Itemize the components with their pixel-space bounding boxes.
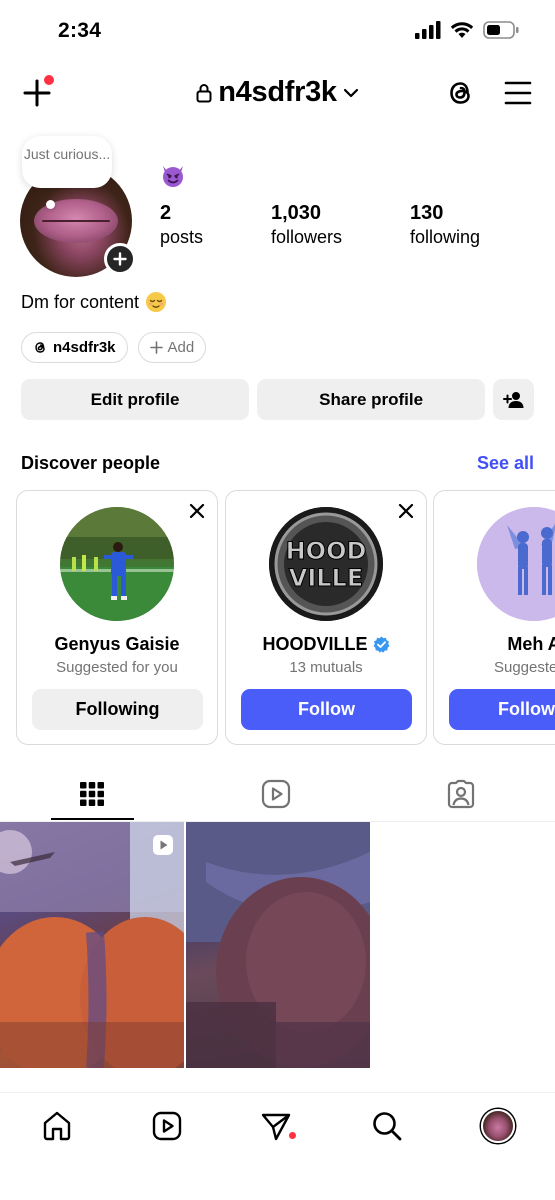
relieved-face-emoji-icon bbox=[146, 292, 167, 312]
threads-icon bbox=[450, 82, 470, 104]
follow-button[interactable]: Follow b bbox=[449, 689, 555, 730]
reels-icon bbox=[152, 1111, 182, 1141]
suggestion-card[interactable]: Meh A Suggested f Follow b bbox=[433, 490, 555, 745]
threads-link-label: n4sdfr3k bbox=[53, 339, 116, 356]
status-time: 2:34 bbox=[58, 19, 102, 42]
following-count: 130 bbox=[410, 202, 444, 224]
header-username: n4sdfr3k bbox=[218, 76, 337, 108]
hoodville-logo: HOOD VILLE bbox=[269, 507, 383, 621]
anime-figures-photo bbox=[477, 507, 555, 621]
edit-profile-button[interactable]: Edit profile bbox=[21, 379, 250, 420]
following-stat[interactable]: 130 following bbox=[410, 201, 480, 249]
plus-icon bbox=[149, 341, 163, 354]
nav-reels[interactable] bbox=[150, 1109, 184, 1143]
suggestion-reason: 13 mutuals bbox=[289, 659, 363, 676]
suggestion-name[interactable]: HOODVILLE bbox=[226, 634, 426, 655]
share-profile-button[interactable]: Share profile bbox=[257, 379, 486, 420]
signal-icon bbox=[415, 21, 441, 39]
suggestion-reason: Suggested f bbox=[493, 659, 555, 676]
hoodville-logo-word-2: VILLE bbox=[289, 564, 363, 592]
plus-icon bbox=[113, 252, 127, 266]
status-bar: 2:34 bbox=[0, 0, 555, 62]
profile-links: n4sdfr3k Add bbox=[21, 332, 207, 363]
nav-search[interactable] bbox=[370, 1109, 404, 1143]
posts-count: 2 bbox=[160, 202, 172, 224]
see-all-link[interactable]: See all bbox=[477, 453, 534, 474]
post-photo bbox=[0, 822, 184, 1068]
nav-home[interactable] bbox=[40, 1109, 74, 1143]
post-photo bbox=[186, 822, 370, 1068]
nav-profile-avatar[interactable] bbox=[481, 1109, 515, 1143]
discover-people-header: Discover people See all bbox=[21, 453, 534, 474]
discover-people-title: Discover people bbox=[21, 453, 161, 473]
verified-badge-icon bbox=[373, 636, 389, 653]
followers-count: 1,030 bbox=[271, 202, 322, 224]
bio-text: Dm for content bbox=[21, 291, 140, 312]
tab-reels[interactable] bbox=[260, 778, 292, 810]
following-label: following bbox=[410, 227, 481, 247]
note-text: Just curious... bbox=[23, 146, 111, 162]
threads-button[interactable] bbox=[445, 77, 477, 109]
paper-plane-icon bbox=[261, 1113, 291, 1141]
add-link-label: Add bbox=[167, 339, 195, 356]
messages-notification-dot bbox=[289, 1132, 296, 1139]
smiling-devil-emoji-icon bbox=[163, 166, 183, 187]
battery-icon bbox=[483, 21, 519, 39]
reel-indicator-icon bbox=[153, 835, 173, 855]
threads-icon bbox=[35, 342, 45, 353]
active-tab-indicator bbox=[51, 818, 134, 820]
grid-icon bbox=[80, 782, 104, 806]
discover-people-button[interactable] bbox=[493, 379, 534, 420]
hamburger-icon bbox=[504, 81, 532, 105]
menu-button[interactable] bbox=[503, 79, 533, 107]
posts-grid bbox=[0, 822, 555, 1068]
profile-actions: Edit profile Share profile bbox=[21, 379, 534, 420]
note-bubble[interactable]: Just curious... bbox=[22, 136, 112, 188]
post-thumbnail[interactable] bbox=[0, 822, 184, 1068]
follow-button[interactable]: Follow bbox=[241, 689, 412, 730]
suggestion-name[interactable]: Genyus Gaisie bbox=[17, 634, 217, 655]
add-story-button[interactable] bbox=[104, 243, 136, 275]
search-icon bbox=[373, 1112, 402, 1141]
profile-bio: Dm for content bbox=[21, 291, 167, 313]
note-bubble-tail bbox=[46, 200, 55, 209]
followers-stat[interactable]: 1,030 followers bbox=[271, 201, 342, 249]
suggestion-avatar[interactable] bbox=[477, 507, 555, 621]
posts-stat[interactable]: 2 posts bbox=[160, 201, 203, 249]
profile-header: n4sdfr3k bbox=[0, 66, 555, 122]
suggestion-avatar[interactable] bbox=[60, 507, 174, 621]
home-icon bbox=[43, 1111, 71, 1141]
suggestion-avatar[interactable]: HOOD VILLE bbox=[269, 507, 383, 621]
posts-label: posts bbox=[160, 227, 204, 247]
followers-label: followers bbox=[271, 227, 343, 247]
following-button[interactable]: Following bbox=[32, 689, 203, 730]
add-link-chip[interactable]: Add bbox=[137, 332, 207, 363]
add-person-icon bbox=[502, 391, 524, 408]
profile-content-tabs bbox=[0, 770, 555, 822]
nav-messages[interactable] bbox=[259, 1109, 293, 1143]
lock-icon bbox=[196, 83, 212, 102]
soccer-player-photo bbox=[60, 507, 174, 621]
post-thumbnail[interactable] bbox=[186, 822, 370, 1068]
reels-icon bbox=[261, 779, 291, 809]
tagged-person-icon bbox=[447, 779, 475, 809]
close-icon[interactable] bbox=[398, 503, 414, 519]
bottom-navigation bbox=[0, 1092, 555, 1200]
suggested-accounts-carousel[interactable]: Genyus Gaisie Suggested for you Followin… bbox=[16, 490, 555, 746]
chevron-down-icon bbox=[343, 88, 358, 97]
wifi-icon bbox=[450, 22, 474, 38]
suggestion-card[interactable]: Genyus Gaisie Suggested for you Followin… bbox=[16, 490, 218, 745]
suggestion-reason: Suggested for you bbox=[56, 659, 178, 676]
hoodville-logo-word-1: HOOD bbox=[286, 537, 367, 565]
tab-tagged[interactable] bbox=[445, 778, 477, 810]
status-icons bbox=[415, 21, 519, 39]
close-icon[interactable] bbox=[189, 503, 205, 519]
threads-link-chip[interactable]: n4sdfr3k bbox=[21, 332, 128, 363]
suggestion-name[interactable]: Meh A bbox=[434, 634, 555, 655]
suggestion-card[interactable]: HOOD VILLE HOODVILLE 13 mutuals Follow bbox=[225, 490, 427, 745]
tab-posts-grid[interactable] bbox=[76, 778, 108, 810]
